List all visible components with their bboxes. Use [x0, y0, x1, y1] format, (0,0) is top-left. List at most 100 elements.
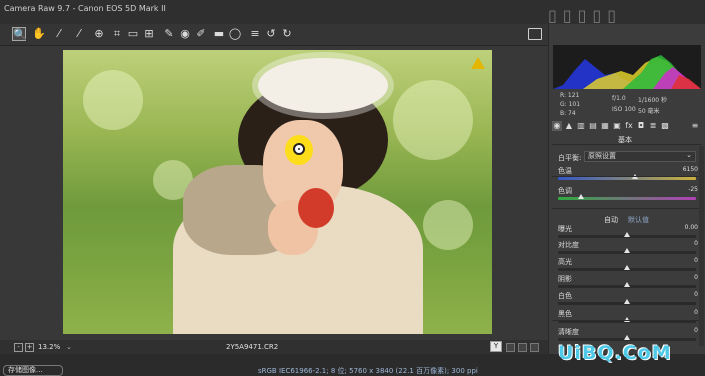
panel-scrollbar[interactable] [699, 146, 704, 346]
straighten-icon[interactable]: ▭ [126, 27, 140, 41]
lens-tab-icon[interactable]: ▣ [612, 121, 622, 131]
slider-value[interactable]: 0 [660, 291, 698, 298]
swap-button[interactable] [506, 343, 515, 352]
default-link[interactable]: 默认值 [628, 215, 649, 225]
slider-value[interactable]: -25 [660, 186, 698, 193]
photo-preview[interactable] [63, 50, 492, 334]
presets-tab-icon[interactable]: ≣ [648, 121, 658, 131]
slider-label: 黑色 [558, 310, 572, 318]
slider-label: 色温 [558, 167, 572, 175]
slider-label: 白色 [558, 292, 572, 300]
slider-track[interactable] [558, 299, 696, 305]
slider-label: 曝光 [558, 225, 572, 233]
slider-value[interactable]: 0 [660, 274, 698, 281]
divider [552, 208, 702, 209]
transform-icon[interactable]: ⊞ [142, 27, 156, 41]
adjustment-brush-icon[interactable]: ✐ [194, 27, 208, 41]
slider-track[interactable] [558, 335, 696, 341]
slider-value[interactable]: 0 [660, 240, 698, 247]
hand-icon[interactable]: ✋ [32, 27, 46, 41]
rotate-ccw-icon[interactable]: ↺ [264, 27, 278, 41]
slider-thumb[interactable] [578, 194, 585, 199]
radial-filter-icon[interactable]: ◯ [228, 27, 242, 41]
white-balance-icon[interactable]: ⁄ [52, 27, 66, 41]
color-sampler-icon[interactable]: ⁄ [72, 27, 86, 41]
readout-focal: 50 毫米 [638, 108, 660, 115]
histogram [553, 45, 701, 89]
slider-thumb[interactable] [624, 299, 630, 304]
white-balance-value: 原照设置 [588, 152, 616, 160]
auto-link[interactable]: 自动 [604, 215, 618, 225]
slider-track[interactable] [558, 174, 696, 180]
preferences-icon[interactable]: ≡ [248, 27, 262, 41]
site-watermark-logo: UiBQ.CoM [558, 342, 672, 364]
toolbar: 🔍 ✋ ⁄ ⁄ ⊕ ⌗ ▭ ⊞ ✎ ◉ ✐ ▬ ◯ ≡ ↺ ↻ [0, 24, 548, 46]
fullscreen-icon[interactable] [528, 28, 542, 40]
targeted-adjust-icon[interactable]: ⊕ [92, 27, 106, 41]
save-image-button[interactable]: 存储图像... [3, 365, 63, 376]
zoom-out-button[interactable]: - [14, 343, 23, 352]
slider-value[interactable]: 6150 [660, 166, 698, 173]
crop-icon[interactable]: ⌗ [110, 27, 124, 41]
mosaic-watermark: ▯▯▯▯▯ [548, 6, 623, 25]
slider-track[interactable] [558, 248, 696, 254]
section-title-label: 基本 [618, 136, 632, 144]
detail-tab-icon[interactable]: ▥ [576, 121, 586, 131]
zoom-level[interactable]: 13.2% [38, 343, 60, 351]
slider-thumb[interactable] [624, 248, 630, 253]
rotate-cw-icon[interactable]: ↻ [280, 27, 294, 41]
snapshots-tab-icon[interactable]: ▩ [660, 121, 670, 131]
readout-aperture: f/1.0 [612, 95, 626, 102]
slider-value[interactable]: 0 [660, 309, 698, 316]
red-eye-icon[interactable]: ◉ [178, 27, 192, 41]
readout-g: G: 101 [560, 101, 581, 108]
slider-label: 高光 [558, 258, 572, 266]
slider-value[interactable]: 0 [660, 257, 698, 264]
slider-value[interactable]: 0.00 [660, 224, 698, 231]
slider-track[interactable] [558, 282, 696, 288]
divider [552, 176, 702, 177]
chevron-down-icon[interactable]: ⌄ [66, 343, 72, 351]
workflow-options-link[interactable]: sRGB IEC61966-2.1; 8 位; 5760 x 3840 (22.… [258, 366, 478, 376]
title-bar: Camera Raw 9.7 - Canon EOS 5D Mark II ▯▯… [0, 0, 705, 25]
slider-thumb[interactable] [624, 282, 630, 287]
slider-thumb[interactable] [624, 232, 630, 237]
window-title: Camera Raw 9.7 - Canon EOS 5D Mark II [4, 4, 166, 13]
white-balance-label: 白平衡: [558, 154, 582, 162]
readout-b: B: 74 [560, 110, 576, 117]
white-balance-select[interactable]: 原照设置 [584, 151, 696, 162]
copy-settings-button[interactable] [518, 343, 527, 352]
spot-removal-icon[interactable]: ✎ [162, 27, 176, 41]
section-title: 基本 [552, 134, 702, 145]
divider [552, 320, 702, 321]
slider-label: 清晰度 [558, 328, 579, 336]
graduated-filter-icon[interactable]: ▬ [212, 27, 226, 41]
flower-crown [258, 58, 388, 113]
slider-thumb[interactable] [624, 335, 630, 340]
histogram-graph [553, 55, 701, 89]
red-apple [298, 188, 334, 228]
readout-shutter: 1/1600 秒 [638, 97, 668, 104]
slider-value[interactable]: 0 [660, 327, 698, 334]
toggle-view-button[interactable] [530, 343, 539, 352]
camera-calibration-tab-icon[interactable]: ◘ [636, 121, 646, 131]
zoom-icon[interactable]: 🔍 [12, 27, 27, 41]
panel-tabs: ◉ ▲ ▥ ▤ ▦ ▣ fx ◘ ≣ ▩ ≡ [552, 121, 702, 133]
hsl-tab-icon[interactable]: ▤ [588, 121, 598, 131]
slider-track[interactable] [558, 232, 696, 238]
panel-menu-icon[interactable]: ≡ [690, 121, 700, 131]
split-toning-tab-icon[interactable]: ▦ [600, 121, 610, 131]
tone-curve-tab-icon[interactable]: ▲ [564, 121, 574, 131]
slider-thumb[interactable] [624, 265, 630, 270]
warning-icon[interactable] [471, 57, 485, 69]
basic-tab-icon[interactable]: ◉ [552, 121, 562, 131]
slider-track[interactable] [558, 265, 696, 271]
adjustment-pin-icon[interactable] [293, 143, 305, 155]
effects-tab-icon[interactable]: fx [624, 121, 634, 131]
slider-track[interactable] [558, 194, 696, 200]
readout-r: R: 121 [560, 92, 580, 99]
slider-label: 色调 [558, 187, 572, 195]
slider-label: 阴影 [558, 275, 572, 283]
zoom-in-button[interactable]: + [25, 343, 34, 352]
before-after-button[interactable]: Y [490, 341, 502, 352]
